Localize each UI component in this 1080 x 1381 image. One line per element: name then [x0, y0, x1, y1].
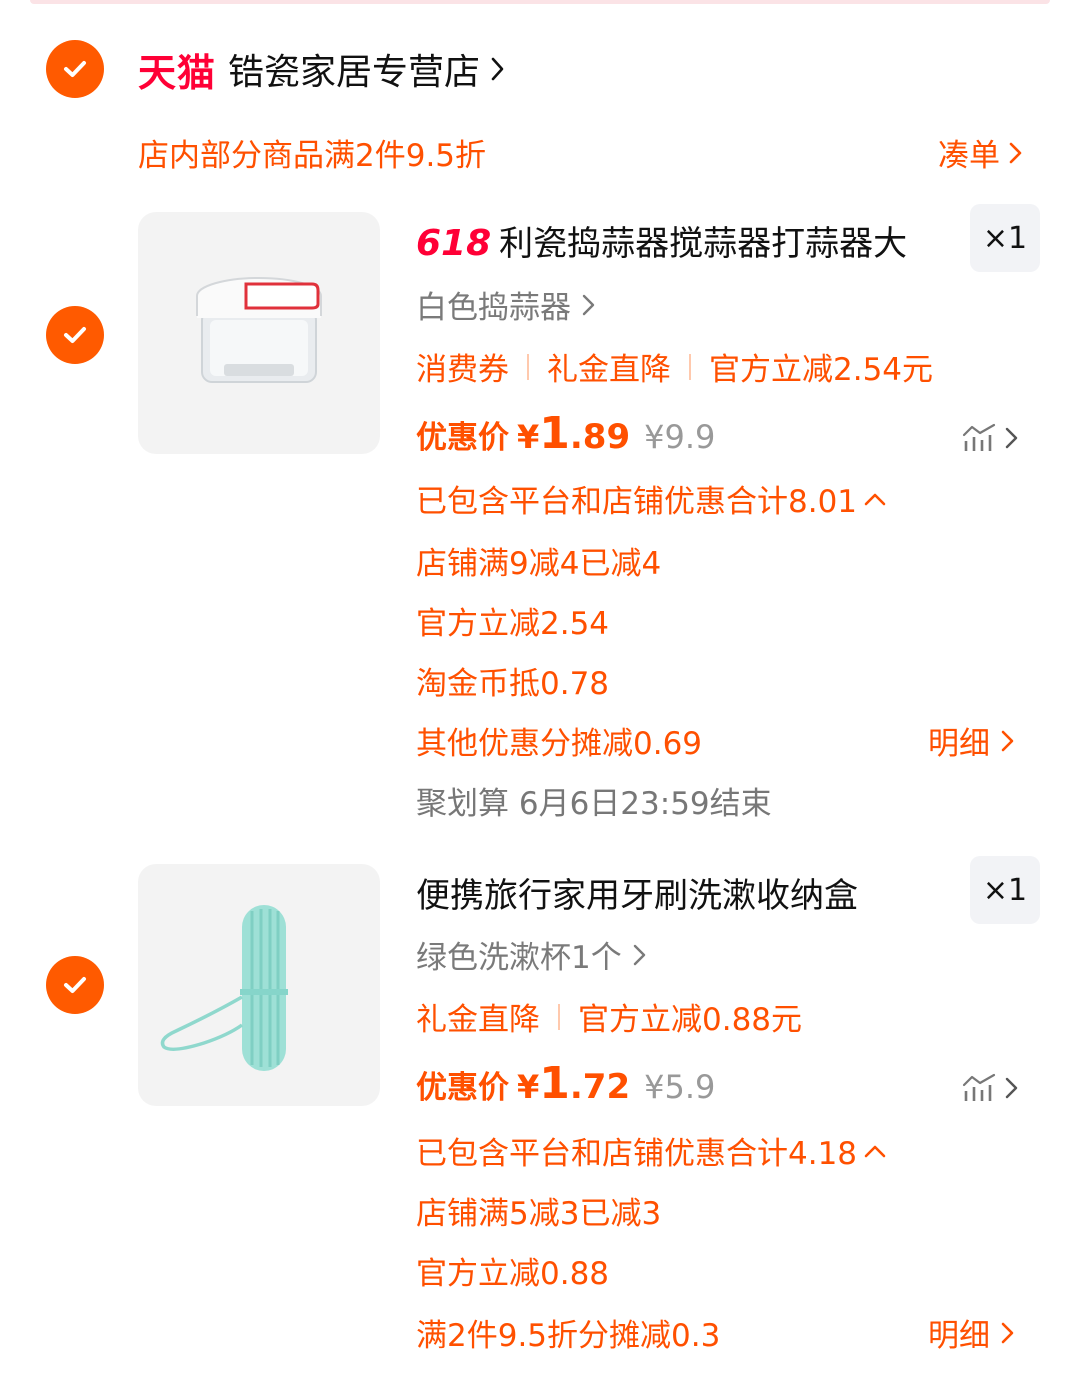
price-trend-icon	[962, 1073, 996, 1101]
sku-label: 绿色洗漱杯1个	[416, 940, 622, 976]
product-title[interactable]: 便携旅行家用牙刷洗漱收纳盒	[416, 868, 858, 917]
check-icon	[64, 327, 86, 343]
promo-tag: 消费券	[416, 352, 509, 388]
discount-line: 其他优惠分摊减0.69	[416, 726, 703, 762]
discount-detail-link[interactable]: 明细	[928, 1310, 1016, 1355]
sku-selector[interactable]: 白色捣蒜器	[416, 282, 597, 327]
product-image-garlic-chopper[interactable]	[138, 212, 380, 454]
chevron-up-icon	[864, 1145, 886, 1157]
price-trend-button[interactable]	[962, 1072, 1022, 1104]
quantity-button[interactable]: ×1	[970, 204, 1040, 272]
product-image-toothbrush-case[interactable]	[138, 864, 380, 1106]
promo-tag: 礼金直降	[547, 352, 671, 388]
tag-divider	[527, 353, 529, 380]
price-decimal: .89	[569, 417, 631, 457]
product-title-text: 利瓷捣蒜器搅蒜器打蒜器大	[499, 224, 908, 264]
toothbrush-case-image	[160, 905, 288, 1071]
promo-tag: 官方立减0.88元	[578, 1002, 803, 1038]
top-divider	[30, 0, 1050, 4]
tmall-logo: 天猫	[138, 50, 217, 95]
chevron-right-icon	[582, 294, 595, 315]
original-price: ¥5.9	[644, 1068, 716, 1106]
price-currency: ¥	[517, 418, 540, 456]
make-order-label: 凑单	[938, 138, 1000, 174]
sku-label: 白色捣蒜器	[416, 290, 571, 326]
quantity-button[interactable]: ×1	[970, 856, 1040, 924]
tag-divider	[689, 353, 691, 380]
chevron-right-icon	[491, 57, 504, 81]
discount-summary: 已包含平台和店铺优惠合计8.01	[416, 484, 858, 520]
detail-label: 明细	[928, 726, 990, 762]
discount-detail-link[interactable]: 明细	[928, 718, 1016, 763]
price-integer: 1	[539, 1058, 570, 1109]
garlic-chopper-image	[196, 277, 322, 383]
price-label: 优惠价	[416, 1070, 509, 1106]
discount-line: 淘金币抵0.78	[416, 666, 610, 702]
discount-summary-toggle[interactable]: 已包含平台和店铺优惠合计8.01	[416, 476, 887, 521]
store-select-checkbox[interactable]	[46, 40, 104, 98]
event-note: 聚划算 6月6日23:59结束	[416, 786, 772, 822]
promo-tag: 礼金直降	[416, 1002, 540, 1038]
original-price: ¥9.9	[644, 418, 716, 456]
detail-label: 明细	[928, 1318, 990, 1354]
discount-summary-toggle[interactable]: 已包含平台和店铺优惠合计4.18	[416, 1128, 887, 1173]
discount-summary: 已包含平台和店铺优惠合计4.18	[416, 1136, 858, 1172]
chevron-right-icon	[1009, 142, 1022, 163]
sku-selector[interactable]: 绿色洗漱杯1个	[416, 932, 648, 977]
618-tag: 618	[416, 223, 492, 264]
chevron-right-icon	[1001, 1322, 1014, 1343]
chevron-up-icon	[864, 493, 886, 505]
price-integer: 1	[539, 408, 570, 459]
store-name[interactable]: 锆瓷家居专营店	[228, 43, 480, 95]
discount-line: 官方立减2.54	[416, 606, 610, 642]
chevron-right-icon	[1005, 1077, 1018, 1099]
promo-tag: 官方立减2.54元	[709, 352, 934, 388]
discount-line: 店铺满5减3已减3	[416, 1196, 662, 1232]
chevron-right-icon	[1005, 427, 1018, 449]
check-icon	[64, 61, 86, 77]
store-promo-text: 店内部分商品满2件9.5折	[138, 138, 487, 174]
promo-tags: 消费券 礼金直降 官方立减2.54元	[416, 344, 933, 389]
promo-tags: 礼金直降 官方立减0.88元	[416, 994, 802, 1039]
make-order-link[interactable]: 凑单	[938, 130, 1024, 175]
price-currency: ¥	[517, 1068, 540, 1106]
item-select-checkbox[interactable]	[46, 306, 104, 364]
check-icon	[64, 977, 86, 993]
store-header[interactable]: 天猫 锆瓷家居专营店	[138, 40, 506, 98]
item-select-checkbox[interactable]	[46, 956, 104, 1014]
tag-divider	[558, 1003, 560, 1030]
price-decimal: .72	[569, 1067, 631, 1107]
discount-line: 官方立减0.88	[416, 1256, 610, 1292]
price-trend-icon	[962, 423, 996, 451]
chevron-right-icon	[1001, 730, 1014, 751]
price-row: 优惠价 ¥ 1 .72 ¥5.9	[416, 1058, 715, 1109]
product-title[interactable]: 618 利瓷捣蒜器搅蒜器打蒜器大	[416, 216, 907, 265]
discount-line: 店铺满9减4已减4	[416, 546, 662, 582]
price-trend-button[interactable]	[962, 422, 1022, 454]
chevron-right-icon	[633, 944, 645, 965]
price-row: 优惠价 ¥ 1 .89 ¥9.9	[416, 408, 715, 459]
price-label: 优惠价	[416, 420, 509, 456]
discount-line: 满2件9.5折分摊减0.3	[416, 1318, 721, 1354]
